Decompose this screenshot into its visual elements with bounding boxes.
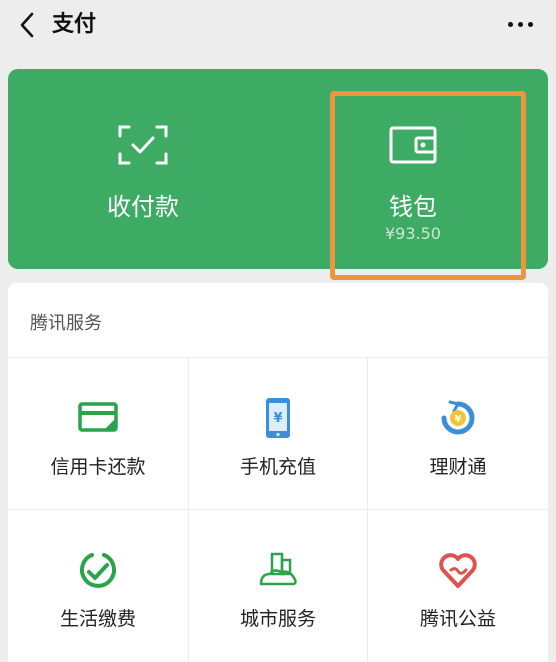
service-city[interactable]: 城市服务 <box>188 509 368 662</box>
service-utility-payment[interactable]: 生活缴费 <box>8 509 188 662</box>
service-label: 腾讯公益 <box>419 608 496 630</box>
svg-text:¥: ¥ <box>455 414 462 425</box>
dot-icon <box>527 21 533 27</box>
scan-icon <box>118 125 168 165</box>
tencent-services-panel: 腾讯服务 信用卡还款 ¥ 手机充值 ¥ 理财通 生活缴费 城市服务 腾讯公益 <box>8 283 548 662</box>
wallet-balance: ¥93.50 <box>385 224 441 243</box>
utility-payment-icon <box>80 553 116 588</box>
service-phone-recharge[interactable]: ¥ 手机充值 <box>188 357 368 509</box>
more-options-button[interactable] <box>502 10 538 38</box>
back-button[interactable] <box>12 8 42 42</box>
wallet-button[interactable]: 钱包 ¥93.50 <box>278 69 548 269</box>
receive-pay-button[interactable]: 收付款 <box>8 69 278 269</box>
service-label: 理财通 <box>429 456 487 478</box>
service-label: 手机充值 <box>239 456 316 478</box>
charity-heart-icon <box>439 553 477 588</box>
wealth-icon: ¥ <box>441 400 475 435</box>
service-wealth[interactable]: ¥ 理财通 <box>368 357 548 509</box>
wallet-icon <box>389 126 437 164</box>
section-title: 腾讯服务 <box>30 313 102 334</box>
svg-text:¥: ¥ <box>273 411 282 426</box>
service-credit-card[interactable]: 信用卡还款 <box>8 357 188 509</box>
chevron-left-icon <box>20 12 34 38</box>
service-charity[interactable]: 腾讯公益 <box>368 509 548 662</box>
service-label: 生活缴费 <box>59 608 136 630</box>
city-service-icon <box>259 552 297 586</box>
credit-card-icon <box>78 402 118 432</box>
phone-recharge-icon: ¥ <box>266 398 290 438</box>
payment-card: 收付款 钱包 ¥93.50 <box>8 69 548 269</box>
dot-icon <box>507 21 513 27</box>
dot-icon <box>517 21 523 27</box>
service-label: 城市服务 <box>239 608 316 630</box>
top-bar: 支付 <box>0 0 556 56</box>
services-grid: 信用卡还款 ¥ 手机充值 ¥ 理财通 生活缴费 城市服务 腾讯公益 <box>8 357 548 662</box>
receive-pay-label: 收付款 <box>107 193 179 221</box>
page-title: 支付 <box>52 12 97 37</box>
service-label: 信用卡还款 <box>50 456 146 478</box>
wallet-label: 钱包 <box>389 193 437 221</box>
